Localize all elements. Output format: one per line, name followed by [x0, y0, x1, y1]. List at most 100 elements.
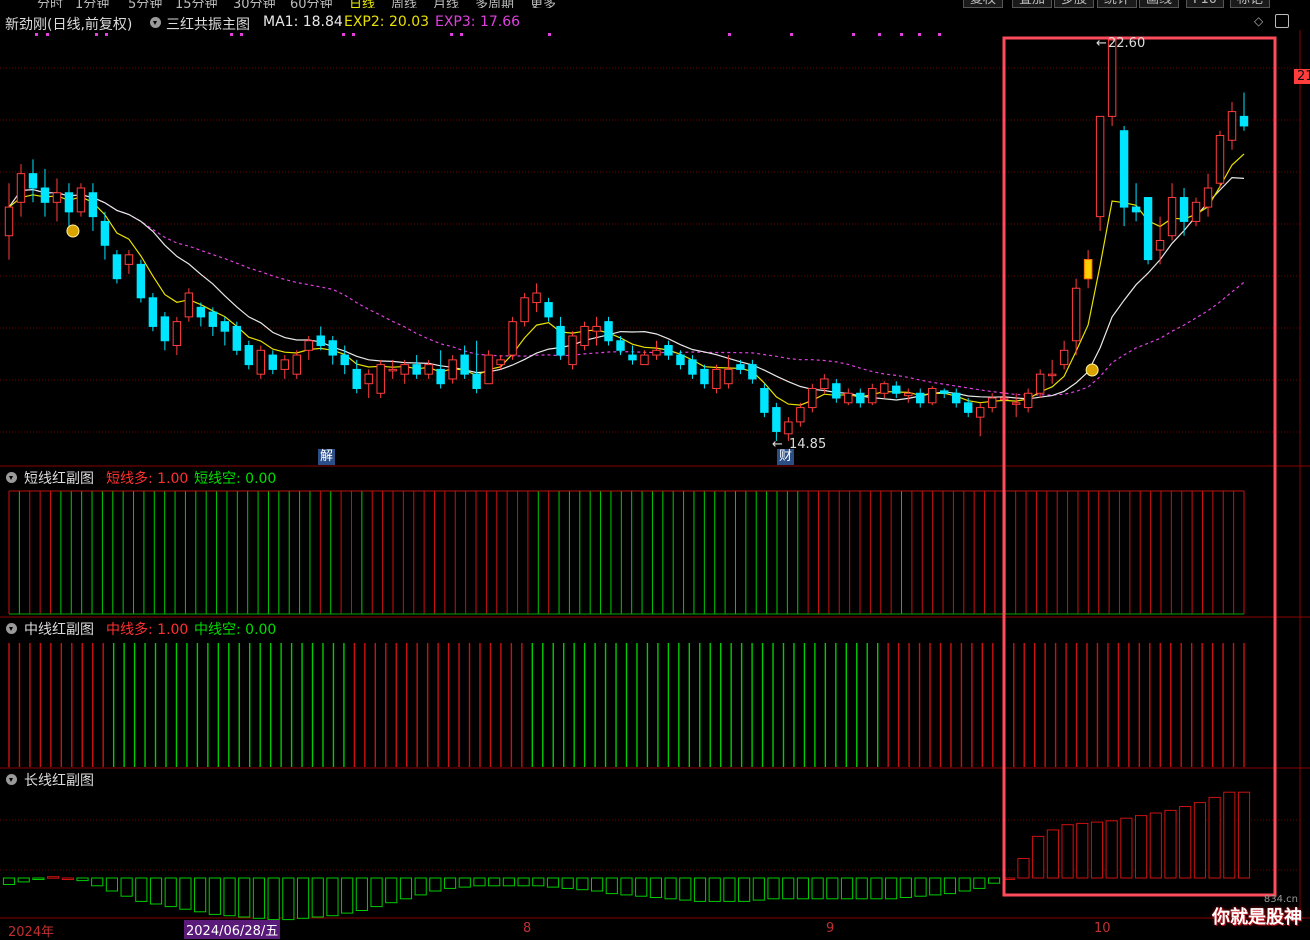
candle-body-22 — [268, 354, 278, 370]
candle-body-21 — [256, 349, 266, 375]
exp2-line — [8, 153, 1245, 406]
candle-body-27 — [328, 340, 337, 356]
candle-body-67 — [808, 387, 817, 409]
candle-body-88 — [1059, 349, 1069, 366]
stock-label: 新劲刚(日线,前复权) — [5, 17, 133, 33]
long-bar-1 — [17, 877, 30, 883]
short-signal-series — [8, 490, 1245, 615]
event-tag-jie[interactable]: 解 — [318, 449, 336, 465]
candle-body-23 — [280, 359, 289, 370]
top-marker-9 — [460, 33, 463, 36]
long-bar-52 — [767, 877, 780, 900]
chart-markers — [35, 33, 1099, 377]
long-bar-7 — [105, 877, 119, 892]
long-bar-29 — [429, 877, 442, 892]
candle-body-57 — [688, 359, 697, 375]
candle-body-32 — [388, 368, 397, 372]
candle-body-76 — [916, 392, 925, 404]
long-bar-64 — [943, 877, 957, 895]
candle-body-15 — [184, 292, 194, 318]
long-bar-16 — [238, 877, 251, 918]
long-bar-19 — [282, 877, 295, 921]
long-bar-35 — [517, 877, 530, 887]
candle-body-45 — [544, 302, 553, 318]
candle-body-66 — [796, 407, 805, 423]
window-toggle-icon[interactable] — [1275, 14, 1289, 28]
long-bar-8 — [120, 877, 133, 897]
candle-body-34 — [412, 364, 421, 375]
long-bar-71 — [1046, 829, 1059, 879]
breakout-candle — [1083, 259, 1093, 280]
candle-body-14 — [172, 321, 182, 347]
long-bar-60 — [885, 877, 898, 900]
candle-body-0 — [4, 206, 14, 237]
long-bar-30 — [443, 877, 457, 889]
long-bar-25 — [370, 877, 383, 908]
mid-bull-label: 中线多: 1.00 — [106, 622, 189, 638]
candle-body-47 — [568, 335, 577, 366]
candle-body-48 — [580, 325, 589, 347]
candle-body-28 — [340, 354, 349, 366]
long-bar-41 — [605, 877, 618, 895]
long-bar-5 — [76, 877, 89, 882]
candle-body-50 — [604, 321, 613, 342]
kline-chart — [0, 30, 1310, 921]
short-bear-label: 短线空: 0.00 — [194, 471, 277, 487]
long-bar-61 — [899, 877, 912, 898]
long-bar-59 — [870, 877, 883, 900]
top-marker-13 — [852, 33, 855, 36]
long-bar-74 — [1090, 821, 1104, 879]
top-marker-8 — [450, 33, 453, 36]
long-bar-27 — [399, 877, 413, 900]
top-marker-14 — [878, 33, 881, 36]
long-panel-title: 长线红副图 — [24, 773, 94, 789]
candle-body-46 — [556, 325, 565, 356]
long-bar-53 — [782, 877, 795, 900]
long-bar-50 — [738, 877, 751, 902]
candle-body-68 — [820, 378, 829, 389]
candle-body-2 — [28, 173, 38, 189]
indicator-dropdown-icon[interactable] — [150, 17, 161, 28]
top-marker-11 — [728, 33, 731, 36]
top-marker-10 — [548, 33, 551, 36]
candle-body-25 — [304, 340, 313, 351]
candle-body-78 — [940, 390, 949, 394]
candle-body-98 — [1179, 197, 1189, 222]
candle-body-24 — [292, 354, 301, 375]
candle-body-36 — [436, 368, 445, 385]
long-bar-79 — [1164, 809, 1177, 879]
mid-bear-label: 中线空: 0.00 — [194, 622, 277, 638]
candle-body-19 — [232, 325, 242, 351]
diamond-icon[interactable]: ◇ — [1254, 14, 1263, 28]
candle-body-58 — [700, 368, 709, 385]
long-bar-20 — [296, 877, 310, 919]
candle-body-6 — [76, 187, 86, 213]
long-bar-84 — [1237, 791, 1251, 879]
candle-body-87 — [1047, 373, 1057, 377]
exp2-label: EXP2: 20.03 — [344, 14, 430, 30]
long-bar-38 — [561, 877, 574, 889]
long-bar-66 — [973, 877, 986, 889]
top-marker-6 — [342, 33, 345, 36]
short-panel-dropdown-icon[interactable] — [6, 472, 17, 483]
candle-body-8 — [100, 220, 110, 246]
ma1-line — [8, 176, 1245, 401]
candle-body-13 — [160, 316, 170, 342]
long-bar-51 — [752, 877, 765, 901]
date-label-month-8: 8 — [523, 921, 532, 936]
long-bar-4 — [61, 877, 74, 880]
mid-panel-dropdown-icon[interactable] — [6, 623, 17, 634]
long-bar-22 — [326, 877, 339, 917]
candle-body-79 — [952, 392, 961, 404]
long-panel-dropdown-icon[interactable] — [6, 774, 17, 785]
event-tag-cai[interactable]: 财 — [777, 449, 795, 465]
candle-body-35 — [424, 364, 433, 375]
indicator-name[interactable]: 三红共振主图 — [166, 14, 250, 34]
top-marker-12 — [790, 33, 793, 36]
long-bar-13 — [194, 877, 207, 913]
candle-body-41 — [496, 359, 505, 366]
candle-body-9 — [112, 254, 122, 280]
long-bar-43 — [635, 877, 648, 897]
long-bar-33 — [488, 877, 501, 887]
long-bar-6 — [91, 877, 104, 887]
